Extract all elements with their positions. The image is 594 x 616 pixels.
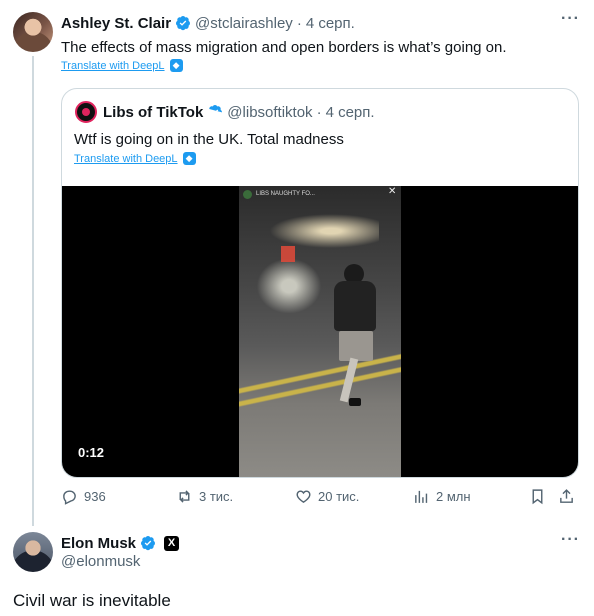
tweet-text: The effects of mass migration and open b… xyxy=(61,39,507,56)
tweet-date[interactable]: 4 серп. xyxy=(306,15,355,32)
shop-sign xyxy=(281,246,295,262)
quoted-tweet-text: Wtf is going on in the UK. Total madness xyxy=(74,131,344,148)
reply-author-name[interactable]: Elon Musk xyxy=(61,535,136,552)
quoted-author-handle: @libsoftiktok xyxy=(227,103,313,121)
analytics-icon xyxy=(415,490,428,503)
views-count: 2 млн xyxy=(436,489,471,504)
author-handle[interactable]: @stclairashley xyxy=(195,15,293,32)
like-count: 20 тис. xyxy=(318,489,360,504)
more-options-icon[interactable]: ··· xyxy=(561,10,580,28)
author-avatar[interactable] xyxy=(13,12,53,52)
quoted-tweet-header: Libs of TikTok @libsoftiktok · 4 серп. xyxy=(103,102,375,122)
reply-count: 936 xyxy=(84,489,106,504)
channel-icon xyxy=(243,189,252,199)
video-player[interactable]: LIBS NAUGHTY FO... ✕ 0:12 xyxy=(62,186,578,477)
tweet-header: Ashley St. Clair @stclairashley · 4 серп… xyxy=(61,13,355,33)
share-button[interactable] xyxy=(558,488,575,505)
repost-button[interactable]: 3 тис. xyxy=(176,488,233,505)
video-frame: LIBS NAUGHTY FO... ✕ xyxy=(239,186,401,477)
reply-text: Civil war is inevitable xyxy=(13,591,171,610)
thread-connector-line xyxy=(32,56,34,526)
quoted-author-name: Libs of TikTok xyxy=(103,103,204,121)
person-shorts xyxy=(339,331,373,361)
verified-badge-icon xyxy=(209,105,223,115)
deepl-icon: ◆ xyxy=(182,152,196,165)
tweet-actions: 936 3 тис. 20 тис. 2 млн xyxy=(61,488,579,510)
bookmark-button[interactable] xyxy=(529,488,546,505)
reply-icon xyxy=(63,490,76,505)
share-icon xyxy=(560,489,573,503)
x-affiliate-badge-icon[interactable]: X xyxy=(164,535,180,551)
repost-count: 3 тис. xyxy=(199,489,234,504)
video-duration: 0:12 xyxy=(78,445,105,460)
author-name[interactable]: Ashley St. Clair xyxy=(61,15,171,32)
translate-link[interactable]: Translate with DeepL ◆ xyxy=(61,59,183,72)
person-leg xyxy=(339,357,359,403)
reply-author-handle[interactable]: @elonmusk xyxy=(61,553,140,570)
close-icon: ✕ xyxy=(388,186,397,197)
translate-label[interactable]: Translate with DeepL xyxy=(74,153,178,165)
deepl-icon: ◆ xyxy=(169,59,183,72)
firework-sparks xyxy=(259,211,379,251)
person-body xyxy=(334,281,376,331)
person-shoe xyxy=(349,398,361,406)
reply-author-avatar[interactable] xyxy=(13,532,53,572)
verified-badge-icon xyxy=(141,536,156,551)
dot-separator: · xyxy=(316,103,322,121)
smoke-cloud xyxy=(254,256,324,316)
reply-header: Elon Musk X xyxy=(61,533,180,553)
translate-link[interactable]: Translate with DeepL ◆ xyxy=(74,152,196,165)
repost-icon xyxy=(179,490,190,503)
like-button[interactable]: 20 тис. xyxy=(295,488,359,505)
reply-button[interactable]: 936 xyxy=(61,488,106,505)
more-options-icon[interactable]: ··· xyxy=(561,531,580,549)
heart-icon xyxy=(296,490,311,503)
verified-badge-icon xyxy=(176,16,191,31)
video-overlay-bar: LIBS NAUGHTY FO... xyxy=(243,188,397,200)
video-overlay-text: LIBS NAUGHTY FO... xyxy=(256,191,315,197)
views-button[interactable]: 2 млн xyxy=(413,488,471,505)
quoted-tweet-card[interactable]: Libs of TikTok @libsoftiktok · 4 серп. W… xyxy=(61,88,579,478)
bookmark-icon xyxy=(532,489,543,505)
quoted-author-avatar xyxy=(75,101,97,123)
dot-separator: · xyxy=(296,14,302,32)
quoted-tweet-date: 4 серп. xyxy=(325,103,375,121)
translate-label[interactable]: Translate with DeepL xyxy=(61,60,165,72)
